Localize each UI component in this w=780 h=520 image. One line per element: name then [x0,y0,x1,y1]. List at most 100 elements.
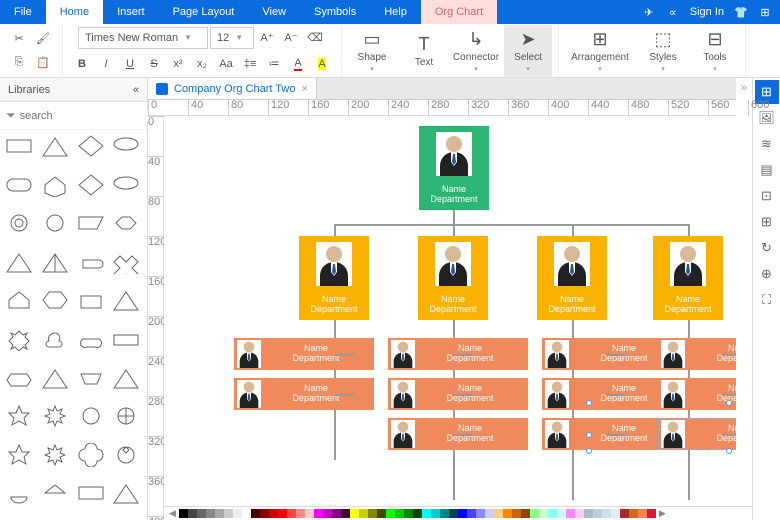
shape-item[interactable] [40,211,70,235]
styles-menu[interactable]: ⬚Styles▾ [639,25,687,77]
shape-item[interactable] [111,481,141,505]
color-swatch[interactable] [314,509,323,518]
color-swatch[interactable] [287,509,296,518]
shirt-icon[interactable]: 👕 [734,5,748,19]
shape-item[interactable] [4,481,34,505]
color-swatch[interactable] [296,509,305,518]
arrangement-menu[interactable]: ⊞Arrangement▾ [565,25,635,77]
color-swatch[interactable] [458,509,467,518]
share-icon[interactable]: ∝ [666,5,680,19]
underline-button[interactable]: U [119,53,141,75]
shape-item[interactable] [111,366,141,390]
color-swatch[interactable] [233,509,242,518]
shape-item[interactable] [4,327,34,351]
shape-item[interactable] [40,288,70,312]
color-swatch[interactable] [224,509,233,518]
subscript-button[interactable]: x₂ [191,53,213,75]
color-swatch[interactable] [584,509,593,518]
format-painter-icon[interactable]: 🖌 [32,28,54,50]
color-swatch[interactable] [638,509,647,518]
color-swatch[interactable] [359,509,368,518]
color-swatch[interactable] [494,509,503,518]
shape-item[interactable] [111,134,141,158]
copy-icon[interactable]: ⎘ [8,52,30,74]
color-swatch[interactable] [539,509,548,518]
shape-item[interactable] [40,134,70,158]
collapse-right-icon[interactable]: » [736,78,752,520]
menu-insert[interactable]: Insert [103,0,159,24]
color-swatch[interactable] [485,509,494,518]
table-icon[interactable]: ⊞ [755,210,779,234]
color-swatch[interactable] [476,509,485,518]
color-swatch[interactable] [503,509,512,518]
shape-item[interactable] [76,366,106,390]
menu-pagelayout[interactable]: Page Layout [159,0,249,24]
color-swatch[interactable] [566,509,575,518]
shape-item[interactable] [76,404,106,428]
color-swatch[interactable] [386,509,395,518]
shape-item[interactable] [76,250,106,274]
color-swatch[interactable] [413,509,422,518]
shape-item[interactable] [40,250,70,274]
color-swatch[interactable] [620,509,629,518]
color-swatch[interactable] [431,509,440,518]
color-swatch[interactable] [575,509,584,518]
color-swatch[interactable] [242,509,251,518]
shape-item[interactable] [76,288,106,312]
shape-item[interactable] [4,404,34,428]
shape-item[interactable] [76,173,106,197]
shape-item[interactable] [76,481,106,505]
color-swatch[interactable] [395,509,404,518]
menu-orgchart[interactable]: Org Chart [421,0,497,24]
shape-item[interactable] [4,443,34,467]
shape-item[interactable] [76,211,106,235]
color-swatch[interactable] [323,509,332,518]
color-swatch[interactable] [368,509,377,518]
menu-symbols[interactable]: Symbols [300,0,370,24]
apps-icon[interactable]: ⊞ [758,5,772,19]
color-swatch[interactable] [602,509,611,518]
shape-item[interactable] [76,327,106,351]
org-node[interactable]: NameDepartment [419,126,489,210]
color-swatch[interactable] [260,509,269,518]
history-icon[interactable]: ↻ [755,236,779,260]
color-swatch[interactable] [593,509,602,518]
color-swatch[interactable] [611,509,620,518]
comment-icon[interactable]: ⊕ [755,262,779,286]
shape-item[interactable] [4,173,34,197]
shape-tool[interactable]: ▭Shape▾ [348,25,396,77]
color-swatch[interactable] [206,509,215,518]
color-swatch[interactable] [350,509,359,518]
color-swatch[interactable] [188,509,197,518]
cut-icon[interactable]: ✂ [8,28,30,50]
color-swatch[interactable] [269,509,278,518]
shape-item[interactable] [40,327,70,351]
org-node[interactable]: NameDepartment [299,236,369,320]
color-swatch[interactable] [341,509,350,518]
fullscreen-icon[interactable]: ⛶ [755,288,779,312]
shape-item[interactable] [4,250,34,274]
page-icon[interactable]: ▤ [755,158,779,182]
color-prev-icon[interactable]: ◀ [166,508,179,519]
color-swatch[interactable] [647,509,656,518]
canvas[interactable]: NameDepartment NameDepartment NameDepartme… [164,116,736,520]
bullets-button[interactable]: ≔ [263,53,285,75]
color-swatch[interactable] [404,509,413,518]
collapse-left-icon[interactable]: « [133,84,139,96]
color-swatch[interactable] [557,509,566,518]
shape-item[interactable] [40,366,70,390]
shape-item[interactable] [111,443,141,467]
color-swatch[interactable] [530,509,539,518]
paste-icon[interactable]: 📋 [32,52,54,74]
org-node[interactable]: NameDepartment [418,236,488,320]
color-swatch[interactable] [251,509,260,518]
org-node[interactable]: NameDepartment [653,236,723,320]
menu-help[interactable]: Help [370,0,421,24]
bold-button[interactable]: B [71,53,93,75]
text-tool[interactable]: TText [400,30,448,72]
fontsize-select[interactable]: 12▼ [210,27,254,49]
document-tab[interactable]: Company Org Chart Two × [148,78,317,99]
color-swatch[interactable] [440,509,449,518]
color-swatch[interactable] [179,509,188,518]
close-tab-icon[interactable]: × [301,83,307,95]
